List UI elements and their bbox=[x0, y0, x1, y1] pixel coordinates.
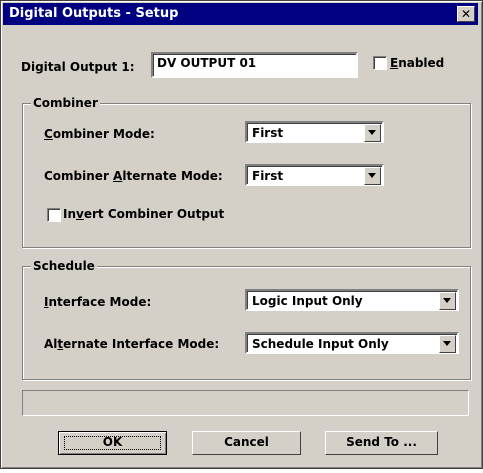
enabled-checkbox[interactable] bbox=[373, 56, 387, 70]
chevron-down-icon[interactable] bbox=[439, 292, 456, 310]
schedule-group: Schedule bbox=[22, 259, 471, 380]
interface-mode-select[interactable]: Logic Input Only bbox=[245, 289, 459, 311]
send-to-button[interactable]: Send To ... bbox=[325, 431, 438, 455]
title-bar: Digital Outputs - Setup ✕ bbox=[3, 3, 478, 25]
output-name-field[interactable]: DV OUTPUT 01 bbox=[151, 52, 358, 78]
chevron-down-icon[interactable] bbox=[364, 124, 381, 142]
send-to-button-label: Send To ... bbox=[346, 435, 417, 449]
invert-combiner-checkbox[interactable] bbox=[47, 208, 61, 222]
window-title: Digital Outputs - Setup bbox=[9, 6, 179, 21]
combiner-mode-value: First bbox=[252, 126, 284, 140]
combiner-alt-mode-value: First bbox=[252, 169, 284, 183]
schedule-group-title: Schedule bbox=[31, 259, 97, 273]
alt-interface-mode-label: Alternate Interface Mode: bbox=[44, 337, 220, 351]
enabled-label: Enabled bbox=[390, 56, 445, 70]
combiner-mode-label: Combiner Mode: bbox=[44, 127, 155, 141]
digital-output-label: Digital Output 1: bbox=[21, 60, 135, 74]
chevron-down-icon[interactable] bbox=[364, 167, 381, 185]
setup-dialog: Digital Outputs - Setup ✕ Digital Output… bbox=[0, 0, 483, 469]
ok-button[interactable]: OK bbox=[58, 431, 167, 455]
focus-rectangle bbox=[64, 436, 161, 450]
status-bar bbox=[22, 390, 469, 416]
combiner-alt-mode-select[interactable]: First bbox=[245, 164, 384, 186]
cancel-button-label: Cancel bbox=[224, 435, 269, 449]
combiner-group-title: Combiner bbox=[31, 96, 100, 110]
chevron-down-icon[interactable] bbox=[439, 335, 456, 353]
alt-interface-mode-value: Schedule Input Only bbox=[252, 337, 389, 351]
output-name-value: DV OUTPUT 01 bbox=[157, 56, 257, 70]
interface-mode-value: Logic Input Only bbox=[252, 294, 363, 308]
invert-combiner-label: Invert Combiner Output bbox=[63, 207, 225, 221]
close-icon[interactable]: ✕ bbox=[457, 6, 475, 22]
alt-interface-mode-select[interactable]: Schedule Input Only bbox=[245, 332, 459, 354]
interface-mode-label: Interface Mode: bbox=[44, 295, 152, 309]
combiner-mode-select[interactable]: First bbox=[245, 121, 384, 143]
combiner-alt-mode-label: Combiner Alternate Mode: bbox=[44, 169, 223, 183]
cancel-button[interactable]: Cancel bbox=[192, 431, 301, 455]
